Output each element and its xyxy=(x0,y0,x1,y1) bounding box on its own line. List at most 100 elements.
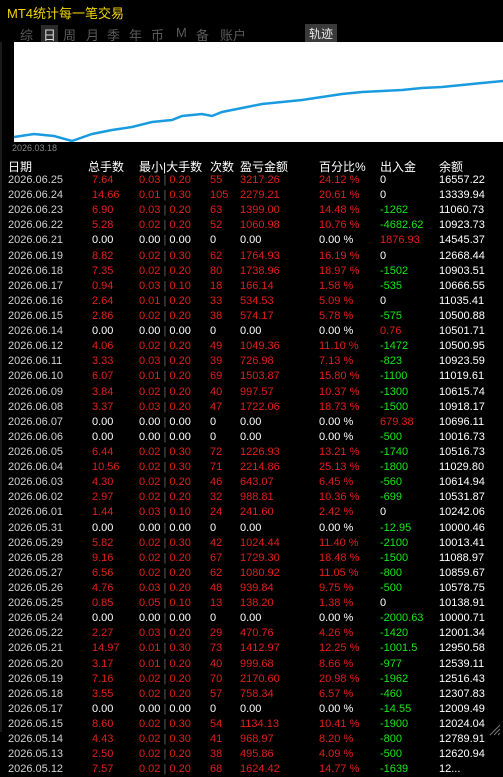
table-row[interactable]: 2026.06.03 4.30 0.02 | 0.20 46 643.07 6.45 % -… xyxy=(0,475,503,490)
row-percent: 6.45 % xyxy=(319,476,354,489)
row-deposit-withdrawal: -1502 xyxy=(380,264,409,277)
table-row[interactable]: 2026.06.23 6.90 0.03 | 0.20 63 1399.00 14.48 … xyxy=(0,203,503,218)
row-min-max-lots: 0.00 | 0.00 xyxy=(139,415,191,430)
row-pnl: 968.97 xyxy=(240,733,274,746)
tab-7[interactable]: M xyxy=(176,25,187,40)
row-min-lots: 0.02 xyxy=(139,491,161,504)
table-row[interactable]: 2026.06.08 3.37 0.03 | 0.20 47 1722.06 18.73 … xyxy=(0,400,503,415)
table-row[interactable]: 2026.06.18 7.35 0.02 | 0.20 80 1738.96 18.97 … xyxy=(0,264,503,279)
row-date: 2026.05.15 xyxy=(8,717,64,730)
row-percent: 2.42 % xyxy=(319,506,354,519)
table-row[interactable]: 2026.06.22 5.28 0.02 | 0.20 52 1060.98 10.76 … xyxy=(0,218,503,233)
table-row[interactable]: 2026.06.12 4.06 0.02 | 0.20 49 1049.36 11.10 … xyxy=(0,339,503,354)
table-row[interactable]: 2026.06.15 2.86 0.02 | 0.20 38 574.17 5.78 % -… xyxy=(0,309,503,324)
row-min-lots: 0.00 xyxy=(139,521,161,534)
row-max-lots: 0.20 xyxy=(169,491,191,504)
row-min-max-lots: 0.00 | 0.00 xyxy=(139,521,191,536)
row-min-lots: 0.01 xyxy=(139,294,161,307)
table-row[interactable]: 2026.06.07 0.00 0.00 | 0.00 0 0.00 0.00 % 679.… xyxy=(0,415,503,430)
table-row[interactable]: 2026.06.09 3.84 0.02 | 0.20 40 997.57 10.37 %… xyxy=(0,385,503,400)
table-row[interactable]: 2026.06.11 3.33 0.03 | 0.20 39 726.98 7.13 % -… xyxy=(0,354,503,369)
table-row[interactable]: 2026.05.13 2.50 0.02 | 0.20 38 495.86 4.09 % -… xyxy=(0,747,503,762)
row-deposit-withdrawal: 0.76 xyxy=(380,325,402,338)
row-date: 2026.06.09 xyxy=(8,385,64,398)
table-row[interactable]: 2026.06.06 0.00 0.00 | 0.00 0 0.00 0.00 % -500… xyxy=(0,430,503,445)
row-deposit-withdrawal: -2000.63 xyxy=(380,612,424,625)
row-date: 2026.06.21 xyxy=(8,234,64,247)
row-date: 2026.05.29 xyxy=(8,536,64,549)
resize-grip-icon[interactable] xyxy=(489,724,501,736)
table-row[interactable]: 2026.06.16 2.64 0.01 | 0.20 33 534.53 5.09 % 0… xyxy=(0,294,503,309)
row-max-lots: 0.30 xyxy=(169,445,191,458)
row-balance: 12789.91 xyxy=(439,733,485,746)
table-row[interactable]: 2026.05.17 0.00 0.00 | 0.00 0 0.00 0.00 % -14.… xyxy=(0,702,503,717)
row-pnl: 0.00 xyxy=(240,430,262,443)
row-total-lots: 2.86 xyxy=(92,309,114,322)
table-row[interactable]: 2026.05.28 9.16 0.02 | 0.20 67 1729.30 18.48 … xyxy=(0,551,503,566)
row-trade-count: 33 xyxy=(210,294,223,307)
table-row[interactable]: 2026.05.21 14.97 0.01 | 0.30 73 1412.97 12.25… xyxy=(0,641,503,656)
row-pnl: 726.98 xyxy=(240,355,274,368)
row-trade-count: 46 xyxy=(210,476,223,489)
row-min-lots: 0.02 xyxy=(139,551,161,564)
row-total-lots: 0.00 xyxy=(92,521,114,534)
table-row[interactable]: 2026.06.24 14.66 0.01 | 0.30 105 2279.21 20.6… xyxy=(0,188,503,203)
table-row[interactable]: 2026.06.10 6.07 0.01 | 0.20 69 1503.87 15.80 … xyxy=(0,369,503,384)
row-min-lots: 0.02 xyxy=(139,476,161,489)
table-row[interactable]: 2026.05.14 4.43 0.02 | 0.30 41 968.97 8.20 % -… xyxy=(0,732,503,747)
row-total-lots: 0.00 xyxy=(92,612,114,625)
track-button[interactable]: 轨迹 xyxy=(305,24,338,43)
table-row[interactable]: 2026.05.20 3.17 0.01 | 0.20 40 999.68 8.66 % -… xyxy=(0,657,503,672)
row-date: 2026.06.25 xyxy=(8,174,64,186)
table-row[interactable]: 2026.06.01 1.44 0.03 | 0.10 24 241.60 2.42 % 0… xyxy=(0,505,503,520)
row-trade-count: 68 xyxy=(210,763,223,776)
row-max-lots: 0.20 xyxy=(169,219,191,232)
row-deposit-withdrawal: -1800 xyxy=(380,461,409,474)
table-row[interactable]: 2026.06.02 2.97 0.02 | 0.20 32 988.81 10.36 %… xyxy=(0,490,503,505)
row-max-lots: 0.00 xyxy=(169,234,191,247)
row-total-lots: 0.85 xyxy=(92,597,114,610)
row-max-lots: 0.30 xyxy=(169,733,191,746)
table-row[interactable]: 2026.05.31 0.00 0.00 | 0.00 0 0.00 0.00 % -12.… xyxy=(0,521,503,536)
table-row[interactable]: 2026.06.19 8.82 0.02 | 0.30 62 1764.93 16.19 … xyxy=(0,249,503,264)
table-row[interactable]: 2026.06.17 0.94 0.03 | 0.10 18 166.14 1.58 % -… xyxy=(0,279,503,294)
row-trade-count: 57 xyxy=(210,687,223,700)
table-row[interactable]: 2026.06.21 0.00 0.00 | 0.00 0 0.00 0.00 % 1876… xyxy=(0,233,503,248)
row-pnl: 988.81 xyxy=(240,491,274,504)
row-date: 2026.06.11 xyxy=(8,355,63,368)
row-min-max-lots: 0.00 | 0.00 xyxy=(139,233,191,248)
table-row[interactable]: 2026.06.05 6.44 0.02 | 0.30 72 1226.93 13.21 … xyxy=(0,445,503,460)
row-date: 2026.05.28 xyxy=(8,551,64,564)
row-min-max-lots: 0.01 | 0.30 xyxy=(139,641,191,656)
table-row[interactable]: 2026.05.27 6.56 0.02 | 0.20 62 1080.92 11.05 … xyxy=(0,566,503,581)
table-row[interactable]: 2026.05.26 4.76 0.03 | 0.20 48 939.84 9.75 % -… xyxy=(0,581,503,596)
table-row[interactable]: 2026.05.22 2.27 0.03 | 0.20 29 470.76 4.26 % -… xyxy=(0,626,503,641)
row-deposit-withdrawal: 1876.93 xyxy=(380,234,420,247)
table-row[interactable]: 2026.05.29 5.82 0.02 | 0.30 42 1024.44 11.40 … xyxy=(0,536,503,551)
table-row[interactable]: 2026.05.18 3.55 0.02 | 0.20 57 758.34 6.57 % -… xyxy=(0,687,503,702)
row-balance: 14545.37 xyxy=(439,234,485,247)
row-trade-count: 63 xyxy=(210,204,223,217)
row-deposit-withdrawal: -575 xyxy=(380,309,403,322)
table-row[interactable]: 2026.06.25 7.64 0.03 | 0.20 55 3217.26 24.12 … xyxy=(0,173,503,188)
row-percent: 24.12 % xyxy=(319,174,360,186)
table-row[interactable]: 2026.06.04 10.56 0.02 | 0.30 71 2214.86 25.13… xyxy=(0,460,503,475)
row-total-lots: 3.84 xyxy=(92,385,114,398)
table-row[interactable]: 2026.05.12 7.57 0.02 | 0.20 68 1624.42 14.77 … xyxy=(0,762,503,777)
row-max-lots: 0.20 xyxy=(169,370,191,383)
row-trade-count: 73 xyxy=(210,642,223,655)
row-min-max-lots: 0.02 | 0.30 xyxy=(139,460,191,475)
row-max-lots: 0.20 xyxy=(169,340,191,353)
row-balance: 11019.61 xyxy=(439,370,485,383)
table-row[interactable]: 2026.05.15 8.60 0.02 | 0.30 54 1134.13 10.41 … xyxy=(0,717,503,732)
table-row[interactable]: 2026.05.24 0.00 0.00 | 0.00 0 0.00 0.00 % -200… xyxy=(0,611,503,626)
row-percent: 0.00 % xyxy=(319,521,354,534)
table-row[interactable]: 2026.05.25 0.85 0.05 | 0.10 13 138.20 1.38 % 0… xyxy=(0,596,503,611)
table-row[interactable]: 2026.06.14 0.00 0.00 | 0.00 0 0.00 0.00 % 0.76… xyxy=(0,324,503,339)
row-min-lots: 0.03 xyxy=(139,506,161,519)
table-row[interactable]: 2026.05.19 7.16 0.02 | 0.20 70 2170.60 20.98 … xyxy=(0,672,503,687)
row-total-lots: 8.60 xyxy=(92,717,114,730)
row-deposit-withdrawal: -800 xyxy=(380,566,403,579)
row-pnl: 0.00 xyxy=(240,702,262,715)
row-min-max-lots: 0.02 | 0.20 xyxy=(139,475,191,490)
